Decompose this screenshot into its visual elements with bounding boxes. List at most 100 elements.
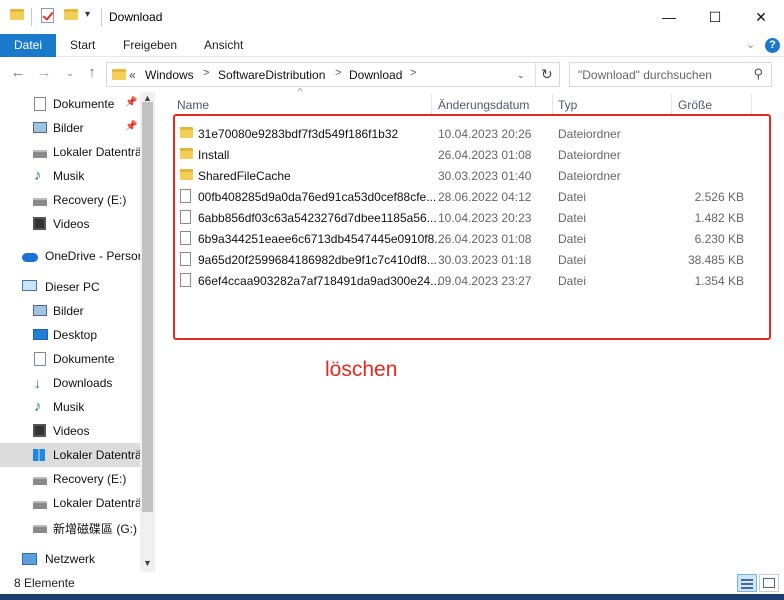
column-header-name[interactable]: Name <box>177 98 209 112</box>
sidebar-item-label: Musik <box>53 169 85 183</box>
pin-icon[interactable]: 📌 <box>125 121 137 132</box>
sidebar-item-bilder[interactable]: Bilder 📌 <box>0 116 140 140</box>
column-header-type[interactable]: Typ <box>558 98 577 112</box>
sidebar-scrollbar-thumb[interactable] <box>142 102 153 512</box>
column-divider[interactable] <box>671 94 672 114</box>
sidebar-item-musik-pc[interactable]: ♪ Musik <box>0 395 140 419</box>
minimize-button[interactable]: — <box>646 0 692 34</box>
sidebar-item-onedrive[interactable]: OneDrive - Persor <box>0 244 140 268</box>
sidebar-item-label: Lokaler Datenträ <box>53 448 140 462</box>
sidebar-item-label: 新增磁碟區 (G:) <box>53 522 137 536</box>
sidebar-item-dieser-pc[interactable]: Dieser PC <box>0 275 140 299</box>
breadcrumb-overflow[interactable]: « <box>129 68 136 82</box>
sidebar-item-downloads[interactable]: ↓ Downloads <box>0 371 140 395</box>
quick-access-dropdown-icon[interactable]: ▾ <box>85 9 90 20</box>
sidebar-item-videos-pc[interactable]: Videos <box>0 419 140 443</box>
downloads-icon: ↓ <box>34 375 41 391</box>
sidebar-item-recovery-pc[interactable]: Recovery (E:) <box>0 467 140 491</box>
column-divider[interactable] <box>751 94 752 114</box>
windows-drive-icon <box>33 449 45 461</box>
tab-start[interactable]: Start <box>58 34 107 57</box>
column-divider[interactable] <box>552 94 553 114</box>
large-icons-view-icon <box>763 578 775 588</box>
back-button[interactable]: ← <box>8 64 28 81</box>
expand-ribbon-icon[interactable]: ⌄ <box>746 38 755 51</box>
sidebar-item-lokaler-datentraeger[interactable]: Lokaler Datenträ <box>0 140 140 164</box>
address-dropdown-icon[interactable]: ⌄ <box>517 70 525 81</box>
sidebar-item-recovery[interactable]: Recovery (E:) <box>0 188 140 212</box>
close-button[interactable]: ✕ <box>738 0 784 34</box>
search-box[interactable]: ⚲ <box>569 62 772 87</box>
drive-icon <box>33 497 47 509</box>
sidebar-item-videos[interactable]: Videos <box>0 212 140 236</box>
sidebar-item-label: Recovery (E:) <box>53 193 127 207</box>
annotation-label: löschen <box>325 358 398 381</box>
new-folder-icon[interactable] <box>64 9 78 20</box>
folder-icon <box>112 69 126 80</box>
breadcrumb-softwaredistribution[interactable]: SoftwareDistribution <box>218 68 325 82</box>
onedrive-icon <box>22 250 38 262</box>
breadcrumb-windows[interactable]: Windows <box>145 68 194 82</box>
title-bar: ▾ Download — ☐ ✕ <box>0 0 784 34</box>
breadcrumb-separator[interactable]: > <box>335 67 341 79</box>
search-icon[interactable]: ⚲ <box>753 66 763 82</box>
sidebar-item-lokaler-datentraeger-2[interactable]: Lokaler Datenträ <box>0 491 140 515</box>
up-button[interactable]: ↑ <box>82 64 102 81</box>
column-header-size[interactable]: Größe <box>678 98 712 112</box>
sidebar-item-bilder-pc[interactable]: Bilder <box>0 299 140 323</box>
sidebar-item-musik[interactable]: ♪ Musik <box>0 164 140 188</box>
sidebar-item-lokaler-datentraeger-c[interactable]: Lokaler Datenträ <box>0 443 140 467</box>
sidebar-item-label: Recovery (E:) <box>53 472 127 486</box>
breadcrumb-separator[interactable]: > <box>203 67 209 79</box>
scroll-down-icon[interactable]: ▼ <box>140 558 155 568</box>
document-icon <box>34 97 46 111</box>
sidebar-item-label: Lokaler Datenträ <box>53 145 140 159</box>
maximize-button[interactable]: ☐ <box>692 0 738 34</box>
column-divider[interactable] <box>431 94 432 114</box>
drive-icon <box>33 194 47 206</box>
sidebar-item-label: OneDrive - Persor <box>45 249 140 263</box>
pin-icon[interactable]: 📌 <box>125 97 137 108</box>
sidebar-item-desktop[interactable]: Desktop <box>0 323 140 347</box>
details-view-button[interactable] <box>737 574 757 592</box>
ribbon-tabs: Datei Start Freigeben Ansicht ⌄ ? <box>0 34 784 57</box>
sidebar-item-label: Dokumente <box>53 97 115 111</box>
breadcrumb-separator[interactable]: > <box>410 67 416 79</box>
tab-freigeben[interactable]: Freigeben <box>111 34 189 57</box>
annotation-highlight-box <box>173 114 771 340</box>
sort-ascending-icon: ^ <box>298 87 303 98</box>
sidebar-item-label: Bilder <box>53 121 84 135</box>
sidebar-item-dokumente-pc[interactable]: Dokumente <box>0 347 140 371</box>
network-icon <box>22 553 37 565</box>
navigation-pane: Dokumente 📌 Bilder 📌 Lokaler Datenträ ♪ … <box>0 92 155 572</box>
scroll-up-icon[interactable]: ▲ <box>140 93 155 103</box>
tab-ansicht[interactable]: Ansicht <box>192 34 255 57</box>
column-header-date[interactable]: Änderungsdatum <box>438 98 529 112</box>
forward-button[interactable]: → <box>34 64 54 81</box>
recent-locations-icon[interactable]: ⌄ <box>60 68 80 79</box>
drive-icon <box>33 473 47 485</box>
properties-icon[interactable] <box>41 8 54 23</box>
divider <box>31 8 32 26</box>
drive-icon <box>33 146 47 158</box>
refresh-button[interactable]: ↻ <box>541 66 553 83</box>
help-icon[interactable]: ? <box>765 38 780 53</box>
address-bar[interactable]: « Windows > SoftwareDistribution > Downl… <box>106 62 560 87</box>
sidebar-item-new-volume-g[interactable]: 新增磁碟區 (G:) <box>0 515 140 539</box>
taskbar-edge <box>0 594 784 600</box>
sidebar-item-dokumente[interactable]: Dokumente 📌 <box>0 92 140 116</box>
music-icon: ♪ <box>34 398 42 415</box>
sidebar-item-netzwerk[interactable]: Netzwerk <box>0 547 140 571</box>
large-icons-view-button[interactable] <box>759 574 779 592</box>
folder-icon <box>10 9 24 20</box>
window-title: Download <box>109 10 163 24</box>
tab-datei[interactable]: Datei <box>0 34 57 57</box>
divider <box>101 8 102 26</box>
sidebar-item-label: Bilder <box>53 304 84 318</box>
sidebar-item-label: Dieser PC <box>45 280 100 294</box>
sidebar-item-label: Netzwerk <box>45 552 96 566</box>
breadcrumb-download[interactable]: Download <box>349 68 402 82</box>
search-input[interactable] <box>578 64 748 85</box>
sidebar-item-label: Dokumente <box>53 352 115 366</box>
details-view-icon <box>741 579 753 581</box>
